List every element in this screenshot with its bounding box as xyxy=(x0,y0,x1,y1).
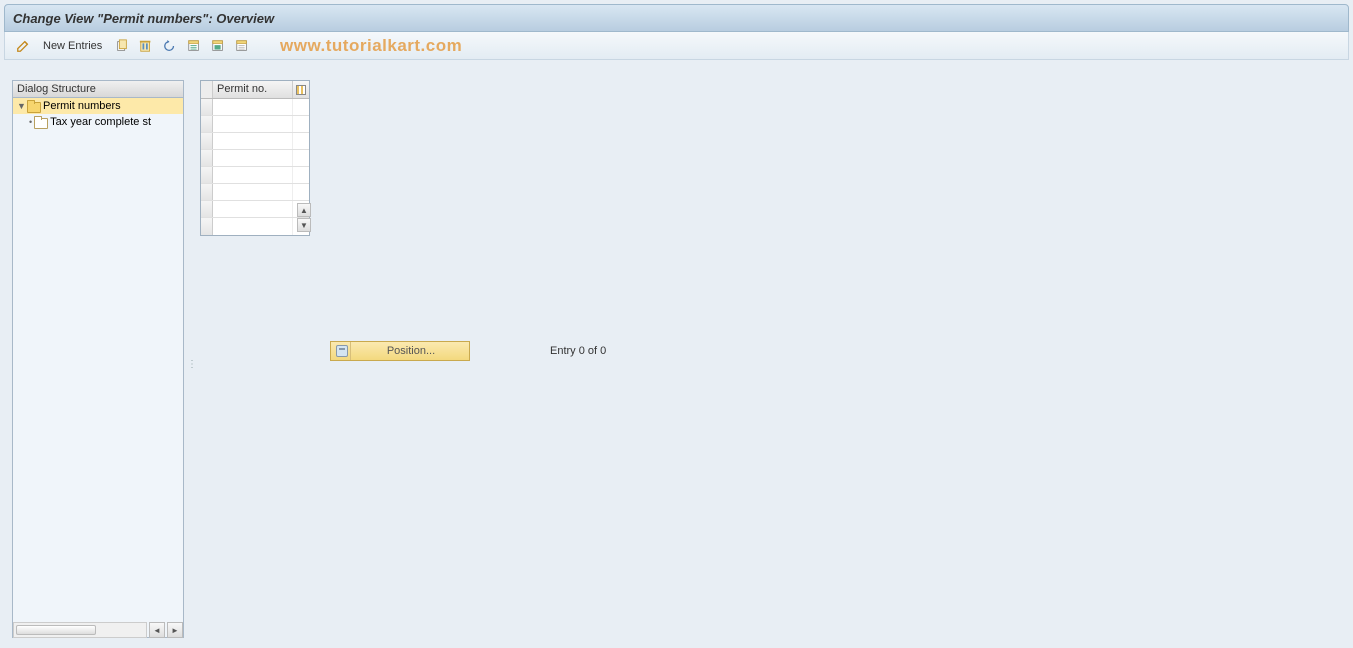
row-selector[interactable] xyxy=(201,167,213,183)
table-settings-icon[interactable] xyxy=(293,81,309,98)
new-entries-button[interactable]: New Entries xyxy=(37,36,108,56)
table-row[interactable] xyxy=(201,150,309,167)
table-row[interactable] xyxy=(201,184,309,201)
copy-as-icon[interactable] xyxy=(112,36,132,56)
cell-permit-no[interactable] xyxy=(213,116,293,132)
hscroll-thumb[interactable] xyxy=(16,625,96,635)
hscroll-left-icon[interactable]: ◄ xyxy=(149,622,165,638)
tree-node-label: Tax year complete st xyxy=(50,116,151,128)
scroll-up-icon[interactable]: ▲ xyxy=(297,203,311,217)
cell-permit-no[interactable] xyxy=(213,184,293,200)
row-selector[interactable] xyxy=(201,218,213,235)
dialog-structure-panel: Dialog Structure ▼ Permit numbers • Tax … xyxy=(12,80,184,638)
hscroll-track[interactable] xyxy=(13,622,147,638)
row-selector[interactable] xyxy=(201,150,213,166)
table-row[interactable] xyxy=(201,201,309,218)
table-header-row: Permit no. xyxy=(201,81,309,99)
dialog-structure-header: Dialog Structure xyxy=(13,81,183,98)
table-vscroll: ▲ ▼ xyxy=(296,98,312,234)
position-area: Position... Entry 0 of 0 xyxy=(330,341,606,361)
table-row[interactable] xyxy=(201,167,309,184)
splitter-handle[interactable] xyxy=(188,80,193,638)
cell-permit-no[interactable] xyxy=(213,167,293,183)
undo-icon[interactable] xyxy=(160,36,180,56)
row-selector[interactable] xyxy=(201,184,213,200)
watermark-text: www.tutorialkart.com xyxy=(280,36,462,56)
tree-node-permit-numbers[interactable]: ▼ Permit numbers xyxy=(13,98,183,114)
row-selector-header[interactable] xyxy=(201,81,213,98)
tree-bullet-icon: • xyxy=(29,117,32,127)
title-bar: Change View "Permit numbers": Overview xyxy=(4,4,1349,32)
table-row[interactable] xyxy=(201,218,309,235)
tree-node-label: Permit numbers xyxy=(43,100,121,112)
position-icon xyxy=(333,342,351,360)
tree-node-tax-year[interactable]: • Tax year complete st xyxy=(13,114,183,130)
table-row[interactable] xyxy=(201,116,309,133)
cell-permit-no[interactable] xyxy=(213,150,293,166)
folder-open-icon xyxy=(27,100,41,112)
tree-collapse-icon[interactable]: ▼ xyxy=(17,101,27,111)
folder-closed-icon xyxy=(34,116,48,128)
dialog-structure-tree: ▼ Permit numbers • Tax year complete st xyxy=(13,98,183,636)
select-all-icon[interactable] xyxy=(184,36,204,56)
scroll-down-icon[interactable]: ▼ xyxy=(297,218,311,232)
position-button-label: Position... xyxy=(353,345,469,357)
hscroll-right-icon[interactable]: ► xyxy=(167,622,183,638)
cell-permit-no[interactable] xyxy=(213,99,293,115)
cell-permit-no[interactable] xyxy=(213,218,293,235)
cell-permit-no[interactable] xyxy=(213,201,293,217)
new-entries-label: New Entries xyxy=(43,40,102,52)
table-row[interactable] xyxy=(201,133,309,150)
page-title: Change View "Permit numbers": Overview xyxy=(13,11,274,26)
cell-permit-no[interactable] xyxy=(213,133,293,149)
row-selector[interactable] xyxy=(201,133,213,149)
dialog-structure-hscroll: ◄ ► xyxy=(13,620,183,638)
row-selector[interactable] xyxy=(201,116,213,132)
entry-count-text: Entry 0 of 0 xyxy=(550,345,606,357)
permit-table: Permit no. ▲ ▼ xyxy=(200,80,310,236)
column-header-permit-no[interactable]: Permit no. xyxy=(213,81,293,98)
table-row[interactable] xyxy=(201,99,309,116)
toggle-change-icon[interactable] xyxy=(13,36,33,56)
main-area: Dialog Structure ▼ Permit numbers • Tax … xyxy=(4,66,1349,644)
row-selector[interactable] xyxy=(201,99,213,115)
delete-icon[interactable] xyxy=(136,36,156,56)
position-button[interactable]: Position... xyxy=(330,341,470,361)
toolbar: New Entries www.tutorialkart.com xyxy=(4,32,1349,60)
select-block-icon[interactable] xyxy=(208,36,228,56)
deselect-all-icon[interactable] xyxy=(232,36,252,56)
row-selector[interactable] xyxy=(201,201,213,217)
